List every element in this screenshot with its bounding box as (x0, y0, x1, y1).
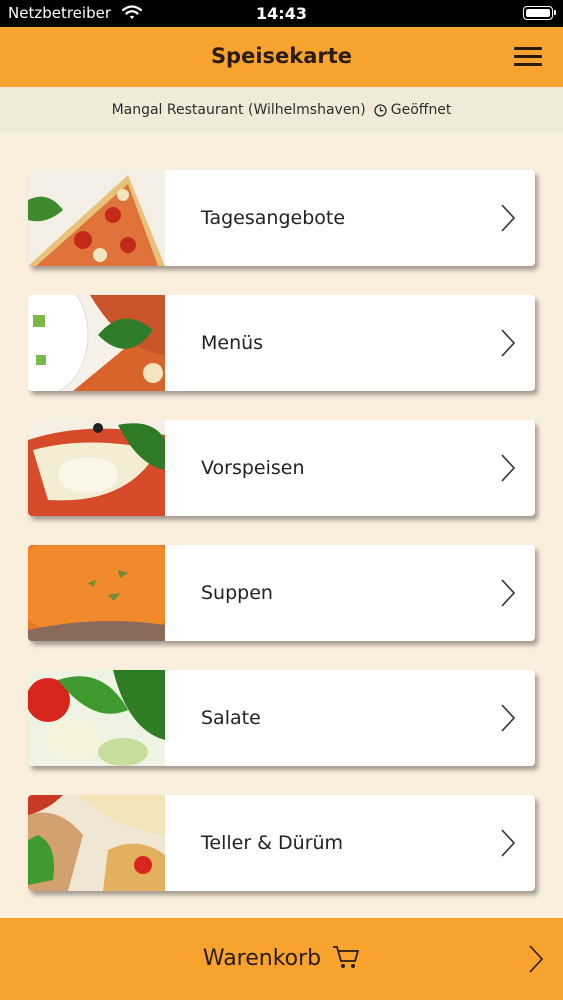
pizza-plate-image (28, 295, 165, 391)
chevron-right-icon (529, 945, 543, 973)
page-title: Speisekarte (210, 44, 353, 68)
chevron-right-icon (501, 704, 515, 732)
hamburger-menu-icon[interactable] (514, 47, 542, 67)
menu-item-suppen[interactable]: Suppen (28, 545, 535, 641)
menu-item-teller-duerum[interactable]: Teller & Dürüm (28, 795, 535, 891)
chevron-right-icon (501, 454, 515, 482)
opening-status: Geöffnet (390, 102, 452, 118)
caprese-image (28, 420, 165, 516)
battery-icon (523, 6, 556, 20)
menu-item-label: Teller & Dürüm (201, 832, 344, 854)
salad-image (28, 670, 165, 766)
app-header: Speisekarte (0, 27, 563, 87)
menu-item-salate[interactable]: Salate (28, 670, 535, 766)
menu-item-tagesangebote[interactable]: Tagesangebote (28, 170, 535, 266)
chevron-right-icon (501, 579, 515, 607)
menu-item-label: Vorspeisen (201, 457, 305, 479)
chevron-right-icon (501, 204, 515, 232)
menu-item-label: Menüs (201, 332, 264, 354)
wrap-image (28, 795, 165, 891)
menu-item-label: Salate (201, 707, 261, 729)
clock-time: 14:43 (256, 4, 307, 23)
chevron-right-icon (501, 829, 515, 857)
cart-label: Warenkorb (202, 946, 322, 971)
menu-item-menues[interactable]: Menüs (28, 295, 535, 391)
menu-item-vorspeisen[interactable]: Vorspeisen (28, 420, 535, 516)
pizza-image (28, 170, 165, 266)
menu-item-label: Suppen (201, 582, 273, 604)
clock-icon (374, 103, 387, 117)
restaurant-name: Mangal Restaurant (Wilhelmshaven) (111, 102, 366, 118)
shopping-cart-icon (333, 946, 360, 968)
soup-image (28, 545, 165, 641)
chevron-right-icon (501, 329, 515, 357)
menu-item-label: Tagesangebote (201, 207, 346, 229)
restaurant-info-bar: Mangal Restaurant (Wilhelmshaven) Geöffn… (0, 87, 563, 133)
status-bar: Netzbetreiber 14:43 (0, 0, 563, 27)
cart-button[interactable]: Warenkorb (0, 918, 563, 1000)
